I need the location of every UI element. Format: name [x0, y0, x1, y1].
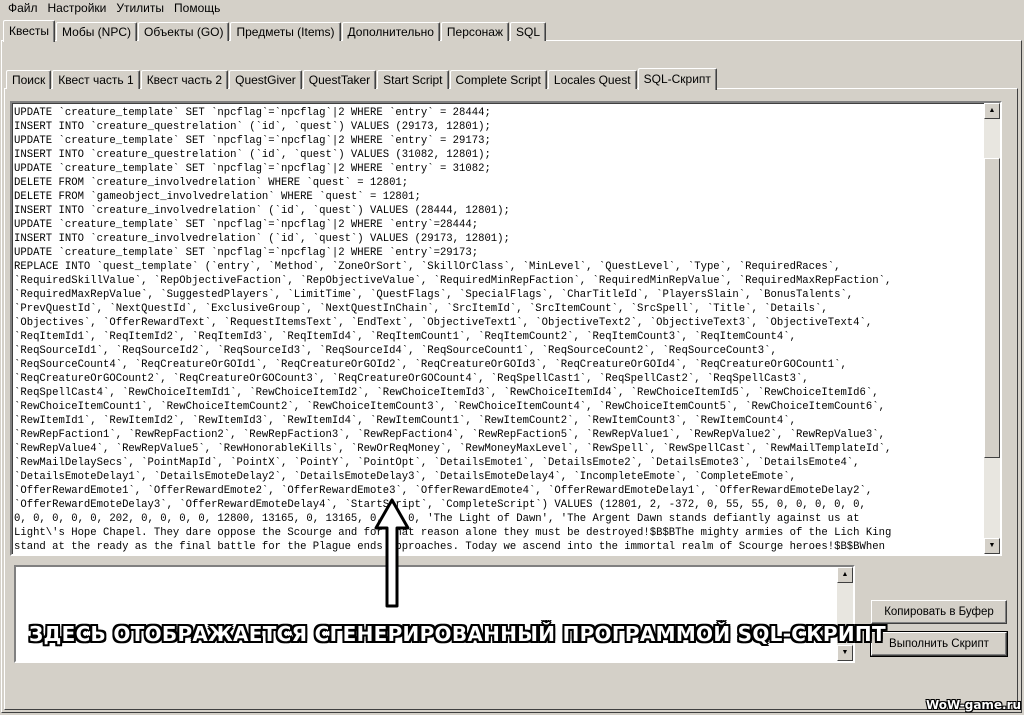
sub-tab-bar: Поиск Квест часть 1 Квест часть 2 QuestG…: [6, 68, 718, 90]
subtab-quest-part-1[interactable]: Квест часть 1: [52, 70, 140, 89]
subtab-search[interactable]: Поиск: [6, 70, 52, 89]
subtab-questgiver[interactable]: QuestGiver: [229, 70, 302, 89]
sql-line: `ReqSourceCount4`, `ReqCreatureOrGOId1`,…: [14, 359, 847, 371]
sql-line: `PrevQuestId`, `NextQuestId`, `Exclusive…: [14, 303, 828, 315]
sql-line: `ReqSpellCast4`, `RewChoiceItemId1`, `Re…: [14, 387, 879, 399]
sql-line: UPDATE `creature_template` SET `npcflag`…: [14, 135, 491, 147]
sql-line: INSERT INTO `creature_involvedrelation` …: [14, 233, 510, 245]
sql-line: INSERT INTO `creature_questrelation` (`i…: [14, 121, 491, 133]
sql-line: DELETE FROM `gameobject_involvedrelation…: [14, 191, 421, 203]
tab-quests[interactable]: Квесты: [3, 20, 56, 42]
sql-line: INSERT INTO `creature_questrelation` (`i…: [14, 149, 491, 161]
sql-line: `RewItemId1`, `RewItemId2`, `RewItemId3`…: [14, 415, 796, 427]
log-scrollbar[interactable]: ▲ ▼: [837, 567, 853, 661]
copy-to-clipboard-button[interactable]: Копировать в Буфер: [871, 600, 1007, 624]
site-watermark: WoW-game.ru: [926, 698, 1022, 712]
sql-script-textarea[interactable]: UPDATE `creature_template` SET `npcflag`…: [10, 101, 1002, 556]
subtab-sql-script[interactable]: SQL-Скрипт: [637, 68, 717, 90]
sql-line: REPLACE INTO `quest_template` (`entry`, …: [14, 261, 841, 273]
sql-line: Light\'s Hope Chapel. They dare oppose t…: [14, 527, 892, 539]
sql-script-text[interactable]: UPDATE `creature_template` SET `npcflag`…: [14, 106, 982, 552]
scroll-up-icon[interactable]: ▲: [984, 103, 1000, 119]
sql-line: `RewRepValue4`, `RewRepValue5`, `RewHono…: [14, 443, 892, 455]
subtab-complete-script[interactable]: Complete Script: [449, 70, 547, 89]
output-log-textarea[interactable]: ▲ ▼: [14, 565, 855, 663]
menu-bar: Файл Настройки Утилиты Помощь: [0, 0, 1024, 17]
sql-line: UPDATE `creature_template` SET `npcflag`…: [14, 163, 491, 175]
tab-mobs[interactable]: Мобы (NPC): [56, 22, 137, 41]
tab-character[interactable]: Персонаж: [440, 22, 509, 41]
scroll-down-icon[interactable]: ▼: [984, 538, 1000, 554]
subtab-questtaker[interactable]: QuestTaker: [302, 70, 377, 89]
sql-line: DELETE FROM `creature_involvedrelation` …: [14, 177, 409, 189]
sql-line: `ReqSourceId1`, `ReqSourceId2`, `ReqSour…: [14, 345, 777, 357]
tab-sql[interactable]: SQL: [510, 22, 547, 41]
sql-line: `RequiredSkillValue`, `RepObjectiveFacti…: [14, 275, 892, 287]
tab-items[interactable]: Предметы (Items): [230, 22, 341, 41]
sql-line: `RewRepFaction1`, `RewRepFaction2`, `Rew…: [14, 429, 885, 441]
sql-line: `RewMailDelaySecs`, `PointMapId`, `Point…: [14, 457, 860, 469]
tab-additional[interactable]: Дополнительно: [341, 22, 440, 41]
sql-line: `DetailsEmoteDelay1`, `DetailsEmoteDelay…: [14, 471, 796, 483]
log-scroll-down-icon[interactable]: ▼: [837, 645, 853, 661]
run-script-button[interactable]: Выполнить Скрипт: [870, 631, 1008, 657]
log-scroll-up-icon[interactable]: ▲: [837, 567, 853, 583]
sql-line: `RewChoiceItemCount1`, `RewChoiceItemCou…: [14, 401, 885, 413]
sql-line: `ReqItemId1`, `ReqItemId2`, `ReqItemId3`…: [14, 331, 796, 343]
sql-scrollbar[interactable]: ▲ ▼: [984, 103, 1000, 554]
sql-line: `OfferRewardEmote1`, `OfferRewardEmote2`…: [14, 485, 873, 497]
sql-line: `ReqCreatureOrGOCount2`, `ReqCreatureOrG…: [14, 373, 809, 385]
sql-line: INSERT INTO `creature_involvedrelation` …: [14, 205, 510, 217]
menu-utilities[interactable]: Утилиты: [111, 0, 169, 17]
sql-line: stand at the ready as the final battle f…: [14, 541, 885, 552]
menu-help[interactable]: Помощь: [169, 0, 225, 17]
subtab-locales-quest[interactable]: Locales Quest: [547, 70, 637, 89]
sql-line: UPDATE `creature_template` SET `npcflag`…: [14, 107, 491, 119]
sql-line: `Objectives`, `OfferRewardText`, `Reques…: [14, 317, 873, 329]
subtab-start-script[interactable]: Start Script: [377, 70, 449, 89]
subtab-quest-part-2[interactable]: Квест часть 2: [140, 70, 229, 89]
annotation-arrow-icon: [374, 498, 410, 608]
annotation-caption: ЗДЕСЬ ОТОБРАЖАЕТСЯ СГЕНЕРИРОВАННЫЙ ПРОГР…: [29, 622, 886, 646]
sql-line: `OfferRewardEmoteDelay3`, `OfferRewardEm…: [14, 499, 866, 511]
tab-objects[interactable]: Объекты (GO): [138, 22, 230, 41]
app-window: Файл Настройки Утилиты Помощь Квесты Моб…: [0, 0, 1024, 715]
sql-line: 0, 0, 0, 0, 0, 202, 0, 0, 0, 0, 12800, 1…: [14, 513, 860, 525]
main-tab-bar: Квесты Мобы (NPC) Объекты (GO) Предметы …: [3, 20, 547, 42]
scroll-thumb[interactable]: [984, 158, 1000, 458]
sql-line: `RequiredMaxRepValue`, `SuggestedPlayers…: [14, 289, 854, 301]
menu-settings[interactable]: Настройки: [43, 0, 112, 17]
menu-file[interactable]: Файл: [3, 0, 43, 17]
sql-line: UPDATE `creature_template` SET `npcflag`…: [14, 219, 479, 231]
sql-line: UPDATE `creature_template` SET `npcflag`…: [14, 247, 479, 259]
